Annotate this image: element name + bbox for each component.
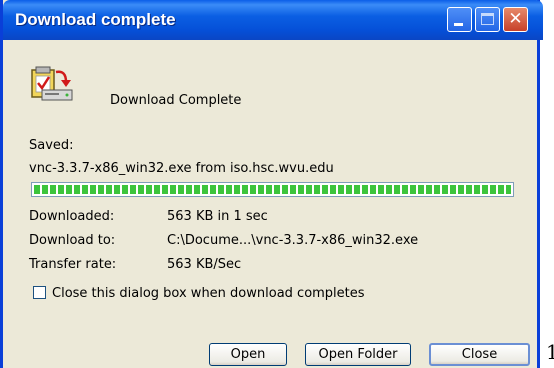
download-to-value: C:\Docume...\vnc-3.3.7-x86_win32.exe [167,233,419,248]
download-status: Download Complete [110,93,242,108]
close-on-complete-checkbox[interactable] [33,286,46,299]
close-on-complete-label[interactable]: Close this dialog box when download comp… [52,286,365,301]
download-to-label: Download to: [29,233,116,248]
transfer-rate-value: 563 KB/Sec [167,257,242,272]
progress-fill [34,185,511,194]
download-progress-bar [31,182,514,197]
close-button[interactable]: Close [429,343,530,366]
transfer-rate-label: Transfer rate: [29,257,117,272]
download-dialog: Download complete ✕ Download Complete Sa… [0,0,543,368]
maximize-icon[interactable] [475,7,500,32]
downloaded-value: 563 KB in 1 sec [167,209,268,224]
stray-text: 1 [546,340,554,364]
saved-label: Saved: [29,138,74,153]
close-icon[interactable]: ✕ [503,7,528,32]
open-folder-button[interactable]: Open Folder [305,343,411,366]
minimize-icon[interactable] [447,7,472,32]
open-button[interactable]: Open [209,343,287,366]
download-clipboard-icon [31,66,73,101]
title-bar[interactable]: Download complete ✕ [3,0,543,40]
window-title: Download complete [15,10,176,29]
downloaded-label: Downloaded: [29,209,115,224]
saved-file-source: vnc-3.3.7-x86_win32.exe from iso.hsc.wvu… [29,161,334,176]
